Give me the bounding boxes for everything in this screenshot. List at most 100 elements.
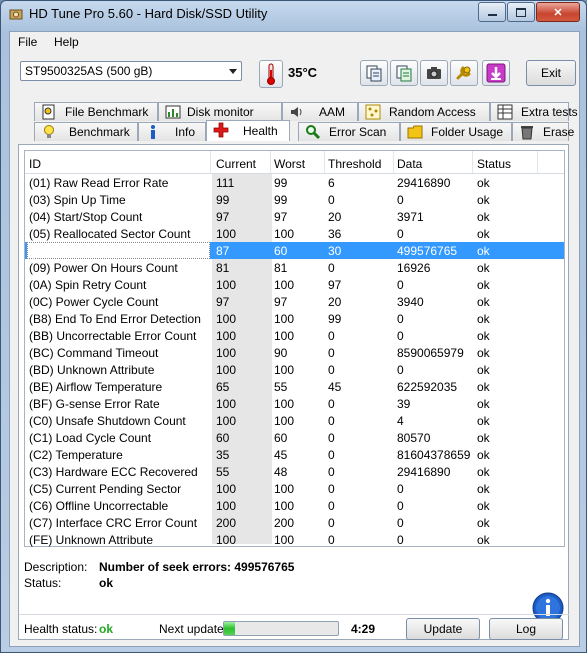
tab-info[interactable]: Info [138, 122, 206, 141]
cell-threshold: 0 [328, 516, 335, 530]
cell-status: ok [477, 414, 490, 428]
table-row[interactable]: (0C) Power Cycle Count 97 97 20 3940 ok [25, 293, 564, 310]
cell-id: (01) Raw Read Error Rate [29, 176, 169, 190]
tab-file-benchmark[interactable]: File Benchmark [34, 102, 158, 121]
maximize-icon [516, 7, 526, 17]
cell-id: (C0) Unsafe Shutdown Count [29, 414, 186, 428]
cell-status: ok [477, 176, 490, 190]
tab-label: Erase [543, 125, 575, 139]
save-button[interactable] [482, 60, 510, 86]
status-bar: Health status: ok Next update: 4:29 Upda… [19, 614, 570, 641]
table-row[interactable]: (C7) Interface CRC Error Count 200 200 0 0 ok [25, 514, 564, 531]
tab-benchmark[interactable]: Benchmark [34, 122, 138, 141]
column-divider [270, 151, 271, 173]
screenshot-button[interactable] [420, 60, 448, 86]
table-row[interactable]: (03) Spin Up Time 99 99 0 0 ok [25, 191, 564, 208]
speaker-icon [289, 104, 305, 120]
maximize-button[interactable] [507, 2, 535, 22]
info-icon [145, 124, 161, 140]
table-row[interactable]: (C5) Current Pending Sector 100 100 0 0 ok [25, 480, 564, 497]
table-row[interactable]: (09) Power On Hours Count 81 81 0 16926 ok [25, 259, 564, 276]
col-header-worst[interactable]: Worst [274, 157, 305, 171]
cell-threshold: 30 [328, 244, 342, 258]
tab-label: Info [175, 125, 196, 139]
temperature-readout: 35°C [288, 65, 318, 80]
col-header-threshold[interactable]: Threshold [328, 157, 381, 171]
log-button[interactable]: Log [489, 618, 563, 640]
tab-error-scan[interactable]: Error Scan [298, 122, 400, 141]
table-row[interactable]: (C3) Hardware ECC Recovered 55 48 0 29416890… [25, 463, 564, 480]
tab-label: Extra tests [521, 105, 578, 119]
table-row[interactable]: (BB) Uncorrectable Error Count 100 100 0 0 ok [25, 327, 564, 344]
tab-erase[interactable]: Erase [512, 122, 574, 141]
copy-all-button[interactable] [390, 60, 418, 86]
random-access-icon [365, 104, 381, 120]
tab-label: Random Access [389, 105, 476, 119]
table-row[interactable]: (0A) Spin Retry Count 100 100 97 0 ok [25, 276, 564, 293]
table-row[interactable]: (B8) End To End Error Detection 100 100 99 0… [25, 310, 564, 327]
cell-threshold: 0 [328, 363, 335, 377]
menu-help[interactable]: Help [54, 35, 79, 49]
cell-data: 499576765 [397, 244, 458, 258]
trash-icon [519, 124, 535, 140]
table-row[interactable]: (07) Seek Error Rate 87 60 30 499576765 ok [25, 242, 564, 259]
menu-file[interactable]: File [18, 35, 37, 49]
cell-status: ok [477, 397, 490, 411]
cell-threshold: 0 [328, 499, 335, 513]
tab-random-access[interactable]: Random Access [358, 102, 490, 121]
table-row[interactable]: (BF) G-sense Error Rate 100 100 0 39 ok [25, 395, 564, 412]
table-row[interactable]: (BD) Unknown Attribute 100 100 0 0 ok [25, 361, 564, 378]
col-header-status[interactable]: Status [477, 157, 511, 171]
disk-monitor-icon [165, 104, 181, 120]
close-button[interactable]: ✕ [536, 2, 580, 22]
drive-select[interactable]: ST9500325AS (500 gB) [20, 61, 242, 81]
smart-table[interactable]: ID Current Worst Threshold Data Status (… [24, 150, 565, 547]
table-row[interactable]: (FE) Unknown Attribute 100 100 0 0 ok [25, 531, 564, 548]
cell-data: 3940 [397, 295, 424, 309]
table-row[interactable]: (05) Reallocated Sector Count 100 100 36 0 ok [25, 225, 564, 242]
title-bar[interactable]: HD Tune Pro 5.60 - Hard Disk/SSD Utility… [1, 1, 586, 27]
cell-worst: 100 [274, 414, 295, 428]
options-button[interactable] [450, 60, 478, 86]
copy-info-button[interactable] [360, 60, 388, 86]
tab-aam[interactable]: AAM [282, 102, 358, 121]
update-button[interactable]: Update [406, 618, 480, 640]
table-row[interactable]: (C6) Offline Uncorrectable 100 100 0 0 ok [25, 497, 564, 514]
table-row[interactable]: (01) Raw Read Error Rate 111 99 6 29416890 ok [25, 174, 564, 191]
health-status-value: ok [99, 622, 114, 636]
cell-worst: 100 [274, 397, 295, 411]
health-cross-icon [213, 122, 229, 138]
tab-extra-tests[interactable]: Extra tests [490, 102, 578, 121]
cell-id: (0C) Power Cycle Count [29, 295, 159, 309]
col-header-id[interactable]: ID [29, 157, 41, 171]
cell-worst: 81 [274, 261, 288, 275]
tab-disk-monitor[interactable]: Disk monitor [158, 102, 282, 121]
table-row[interactable]: (BE) Airflow Temperature 65 55 45 622592035 o… [25, 378, 564, 395]
table-row[interactable]: (C2) Temperature 35 45 0 81604378659 ok [25, 446, 564, 463]
exit-button[interactable]: Exit [526, 60, 576, 86]
menu-bar: File Help [10, 32, 579, 52]
table-row[interactable]: (04) Start/Stop Count 97 97 20 3971 ok [25, 208, 564, 225]
cell-status: ok [477, 448, 490, 462]
tab-folder-usage[interactable]: Folder Usage [400, 122, 512, 141]
cell-id: (BE) Airflow Temperature [29, 380, 163, 394]
tab-label: Folder Usage [431, 125, 504, 139]
table-row[interactable]: (C1) Load Cycle Count 60 60 0 80570 ok [25, 429, 564, 446]
column-divider [537, 151, 538, 173]
cell-data: 0 [397, 516, 404, 530]
column-divider [210, 151, 211, 173]
col-header-current[interactable]: Current [216, 157, 256, 171]
app-icon [9, 9, 23, 20]
cell-status: ok [477, 499, 490, 513]
cell-status: ok [477, 295, 490, 309]
cell-status: ok [477, 261, 490, 275]
tab-health[interactable]: Health [206, 120, 290, 141]
cell-data: 0 [397, 329, 404, 343]
table-row[interactable]: (BC) Command Timeout 100 90 0 8590065979 ok [25, 344, 564, 361]
cell-id: (04) Start/Stop Count [29, 210, 143, 224]
cell-current: 100 [216, 499, 237, 513]
cell-status: ok [477, 363, 490, 377]
minimize-button[interactable] [478, 2, 506, 22]
col-header-data[interactable]: Data [397, 157, 422, 171]
table-row[interactable]: (C0) Unsafe Shutdown Count 100 100 0 4 ok [25, 412, 564, 429]
